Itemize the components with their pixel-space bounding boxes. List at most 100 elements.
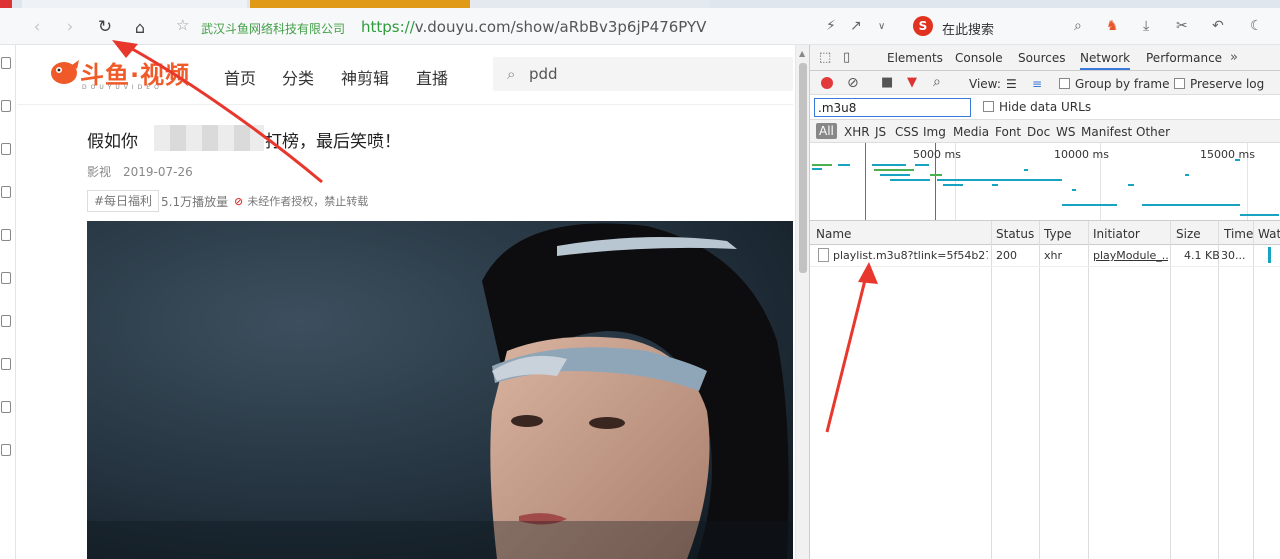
group-by-frame-checkbox[interactable] <box>1059 78 1070 89</box>
site-logo[interactable]: 斗鱼·视频 DOUYUVIDEO <box>48 55 189 91</box>
search-engine-icon[interactable]: S <box>913 16 933 36</box>
tab-active-edge[interactable] <box>0 0 12 8</box>
more-tabs-icon[interactable]: » <box>1230 50 1238 65</box>
tab-network[interactable]: Network <box>1080 51 1131 70</box>
tab-3[interactable] <box>470 0 710 8</box>
lightning-icon[interactable]: ⚡ <box>826 18 836 34</box>
search-icon[interactable]: ⌕ <box>507 65 515 83</box>
record-icon[interactable] <box>821 77 833 89</box>
tab-console[interactable]: Console <box>955 51 1003 65</box>
request-name[interactable]: playlist.m3u8?tlink=5f54b27... <box>833 249 988 262</box>
search-icon[interactable]: ⌕ <box>933 74 941 90</box>
filter-font[interactable]: Font <box>995 125 1021 139</box>
timeline-bar <box>1072 189 1076 191</box>
mosaic-redaction <box>154 125 264 151</box>
tab-performance[interactable]: Performance <box>1146 51 1222 65</box>
column-type[interactable]: Type <box>1044 227 1072 241</box>
tab-2[interactable] <box>250 0 470 8</box>
filter-doc[interactable]: Doc <box>1027 125 1050 139</box>
file-icon <box>818 248 829 262</box>
scissors-icon[interactable]: ✂ <box>1176 18 1188 34</box>
video-date: 2019-07-26 <box>123 165 193 179</box>
large-rows-icon[interactable]: ☰ <box>1006 77 1017 91</box>
filter-all[interactable]: All <box>816 123 837 139</box>
timeline-bar <box>992 184 998 186</box>
game-icon[interactable]: ♞ <box>1106 18 1119 34</box>
video-category[interactable]: 影视 <box>87 165 111 179</box>
share-icon[interactable]: ↗ <box>850 18 862 34</box>
tab-elements[interactable]: Elements <box>887 51 943 65</box>
browser-search-input[interactable]: 在此搜索 <box>942 19 994 38</box>
reload-icon[interactable]: ↻ <box>92 14 118 40</box>
scroll-up-icon[interactable]: ▲ <box>799 49 805 58</box>
bookmark-star-icon[interactable]: ☆ <box>176 16 189 34</box>
site-search-input[interactable] <box>529 63 769 85</box>
timeline-bar <box>943 184 963 186</box>
filter-xhr[interactable]: XHR <box>844 125 870 139</box>
search-icon[interactable]: ⌕ <box>1074 18 1082 34</box>
hide-data-urls-checkbox[interactable] <box>983 101 994 112</box>
panel-icon-8[interactable] <box>1 358 11 370</box>
left-side-panel <box>0 45 16 559</box>
panel-icon-4[interactable] <box>1 186 11 198</box>
video-player[interactable] <box>87 221 793 559</box>
nav-live[interactable]: 直播 <box>416 65 448 89</box>
filter-media[interactable]: Media <box>953 125 989 139</box>
preserve-log-checkbox[interactable] <box>1174 78 1185 89</box>
overview-icon[interactable]: ≡ <box>1032 77 1042 91</box>
filter-css[interactable]: CSS <box>895 125 919 139</box>
forward-icon[interactable]: › <box>57 14 83 40</box>
back-icon[interactable]: ‹ <box>24 14 50 40</box>
request-initiator[interactable]: playModule_... <box>1093 249 1168 262</box>
column-name[interactable]: Name <box>816 227 851 241</box>
nav-home[interactable]: 首页 <box>224 65 256 89</box>
panel-icon-1[interactable] <box>1 57 11 69</box>
video-tag[interactable]: #每日福利 <box>87 190 160 212</box>
timeline-tick-10000: 10000 ms <box>1054 148 1109 161</box>
screenshot-icon[interactable]: ■ <box>881 75 893 90</box>
nav-categories[interactable]: 分类 <box>282 65 314 89</box>
tab-1[interactable] <box>22 0 247 8</box>
panel-icon-3[interactable] <box>1 143 11 155</box>
inspect-icon[interactable]: ⬚ <box>819 50 831 65</box>
tab-sources[interactable]: Sources <box>1018 51 1065 65</box>
network-filter-input[interactable] <box>814 98 971 117</box>
filter-img[interactable]: Img <box>923 125 946 139</box>
column-size[interactable]: Size <box>1176 227 1201 241</box>
request-status: 200 <box>996 249 1017 262</box>
group-by-frame-label: Group by frame <box>1075 77 1170 91</box>
filter-js[interactable]: JS <box>875 125 886 139</box>
video-page: 假如你 轮打榜，最后笑喷！ 影视 2019-07-26 #每日福利 5.1万播放量 … <box>17 106 793 559</box>
home-icon[interactable]: ⌂ <box>127 14 153 40</box>
panel-icon-10[interactable] <box>1 444 11 456</box>
timeline-bar <box>872 164 906 166</box>
column-time[interactable]: Time <box>1224 227 1253 241</box>
panel-icon-6[interactable] <box>1 272 11 284</box>
timeline-bar <box>1142 204 1240 206</box>
network-overview[interactable]: 5000 ms 10000 ms 15000 ms <box>810 143 1280 221</box>
filter-ws[interactable]: WS <box>1056 125 1075 139</box>
column-waterfall[interactable]: Wate <box>1258 227 1280 241</box>
undo-icon[interactable]: ↶ <box>1212 18 1224 34</box>
address-bar[interactable]: https://v.douyu.com/show/aRbBv3p6jP476PY… <box>361 18 706 36</box>
timeline-bar <box>838 164 850 166</box>
filter-icon[interactable]: ▼ <box>907 75 917 90</box>
column-status[interactable]: Status <box>996 227 1034 241</box>
column-initiator[interactable]: Initiator <box>1093 227 1140 241</box>
device-toolbar-icon[interactable]: ▯ <box>843 50 850 65</box>
download-icon[interactable]: ⤓ <box>1143 18 1149 34</box>
panel-icon-2[interactable] <box>1 100 11 112</box>
nav-clips[interactable]: 神剪辑 <box>341 65 389 89</box>
table-row[interactable]: playlist.m3u8?tlink=5f54b27... 200 xhr p… <box>810 245 1280 267</box>
page-scrollbar[interactable]: ▲ <box>795 45 809 559</box>
filter-other[interactable]: Other <box>1136 125 1170 139</box>
night-mode-icon[interactable]: ☾ <box>1250 18 1263 34</box>
panel-icon-5[interactable] <box>1 229 11 241</box>
scrollbar-thumb[interactable] <box>799 63 807 273</box>
panel-icon-9[interactable] <box>1 401 11 413</box>
filter-manifest[interactable]: Manifest <box>1081 125 1132 139</box>
chevron-down-icon[interactable]: ∨ <box>878 21 885 32</box>
panel-icon-7[interactable] <box>1 315 11 327</box>
browser-toolbar: ‹ › ↻ ⌂ ☆ 武汉斗鱼网络科技有限公司 https://v.douyu.c… <box>0 8 1280 45</box>
clear-icon[interactable]: ⊘ <box>847 75 859 91</box>
